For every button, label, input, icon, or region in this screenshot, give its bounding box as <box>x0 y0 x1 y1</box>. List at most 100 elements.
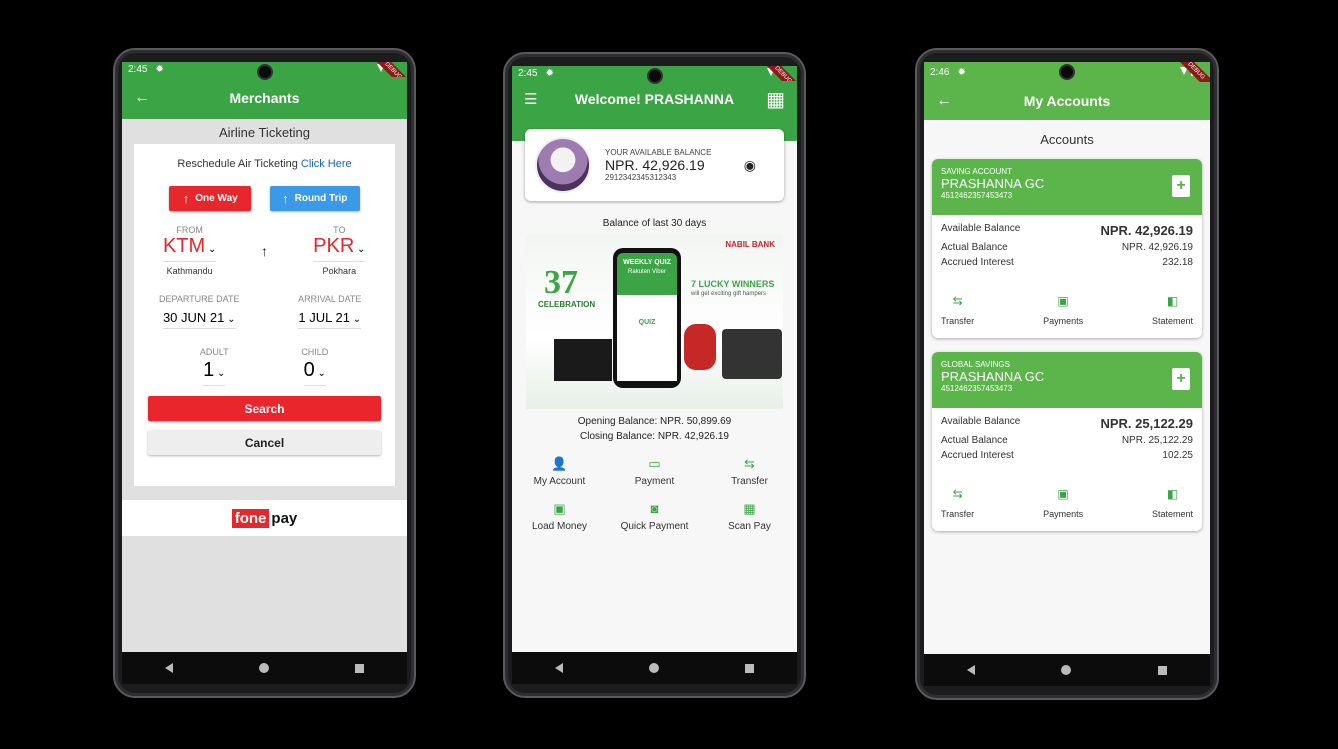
action-label: Quick Payment <box>620 521 689 532</box>
action-load-money[interactable]: ▣ Load Money <box>512 497 607 532</box>
swap-arrow-icon[interactable]: ↑ <box>261 243 268 259</box>
transfer-button[interactable]: ⇆ Transfer <box>941 487 974 519</box>
from-code: KTM <box>162 235 206 257</box>
account-holder: PRASHANNA GC <box>941 176 1045 191</box>
statement-icon: ◧ <box>1166 487 1179 501</box>
chevron-down-icon: ⌄ <box>205 244 217 255</box>
camera-icon <box>1059 64 1075 80</box>
round-trip-button[interactable]: ↑ Round Trip <box>269 186 360 211</box>
promo-banner: NABIL BANK 37 CELEBRATION WEEKLY QUIZ Ra… <box>526 234 783 409</box>
statement-button[interactable]: ◧ Statement <box>1152 487 1193 519</box>
payments-icon: ▣ <box>1057 294 1069 308</box>
winners-label: 7 LUCKY WINNERS <box>691 279 775 289</box>
arrival-date-selector[interactable]: ARRIVAL DATE 1 JUL 21 ⌄ <box>280 294 380 329</box>
opening-balance: Opening Balance: NPR. 50,899.69 <box>577 416 732 427</box>
recents-nav-icon[interactable] <box>355 663 364 673</box>
search-label: Search <box>244 401 285 416</box>
back-nav-icon[interactable] <box>555 663 563 673</box>
to-selector[interactable]: TO PKR ⌄ Pokhara <box>299 225 379 276</box>
back-nav-icon[interactable] <box>165 663 173 673</box>
statement-button[interactable]: ◧ Statement <box>1152 294 1193 326</box>
account-type: GLOBAL SAVINGS <box>941 360 1010 369</box>
reschedule-text: Reschedule Air Ticketing <box>177 158 298 170</box>
cancel-button[interactable]: Cancel <box>148 430 381 455</box>
adult-selector[interactable]: ADULT 1 ⌄ <box>184 347 244 386</box>
chevron-down-icon: ⌄ <box>354 244 366 255</box>
departure-date-selector[interactable]: DEPARTURE DATE 30 JUN 21 ⌄ <box>149 294 249 329</box>
home-nav-icon[interactable] <box>649 663 659 673</box>
balance-label: YOUR AVAILABLE BALANCE <box>605 148 712 157</box>
page-title: Merchants <box>229 90 300 106</box>
gift-label: will get exciting gift hampers <box>691 291 767 297</box>
one-way-label: One Way <box>195 193 238 204</box>
back-nav-icon[interactable] <box>967 665 976 675</box>
screen: 2:46 ✹ DEBUG ← My Accounts Accounts SAVI… <box>924 62 1210 686</box>
adult-count: 1 <box>203 359 215 381</box>
phone-merchants: 2:45 ✹ DEBUG ← Merchants Airline Ticketi… <box>113 48 416 698</box>
phone-my-accounts: 2:46 ✹ DEBUG ← My Accounts Accounts SAVI… <box>915 48 1219 700</box>
action-label: Scan Pay <box>728 521 771 532</box>
eye-icon[interactable]: ◉ <box>744 157 756 174</box>
action-payment[interactable]: ▭ Payment <box>607 452 702 487</box>
from-selector[interactable]: FROM KTM ⌄ Kathmandu <box>150 225 230 276</box>
to-code: PKR <box>313 235 355 257</box>
from-city: Kathmandu <box>166 266 213 276</box>
transfer-icon: ⇆ <box>744 456 755 471</box>
to-label: TO <box>333 225 346 235</box>
home-nav-icon[interactable] <box>1061 665 1072 675</box>
qr-icon: ▦ <box>743 501 756 516</box>
qr-code-icon[interactable]: ▦ <box>766 87 785 112</box>
action-transfer[interactable]: ⇆ Transfer <box>702 452 797 487</box>
chevron-down-icon: ⌄ <box>214 368 226 379</box>
home-nav-icon[interactable] <box>259 663 269 673</box>
action-my-account[interactable]: 👤 My Account <box>512 452 607 487</box>
payments-button[interactable]: ▣ Payments <box>1043 294 1083 326</box>
search-button[interactable]: Search <box>148 396 381 421</box>
app-bar: ☰ Welcome! PRASHANNA ▦ <box>512 81 797 117</box>
recents-nav-icon[interactable] <box>745 663 754 673</box>
date-row: DEPARTURE DATE 30 JUN 21 ⌄ ARRIVAL DATE … <box>134 294 395 329</box>
section-title: Airline Ticketing <box>122 119 407 144</box>
person-icon: 👤 <box>551 456 568 471</box>
android-nav-bar <box>512 652 797 684</box>
action-label: Payment <box>634 476 675 487</box>
payments-button[interactable]: ▣ Payments <box>1043 487 1083 519</box>
interest-amount: 102.25 <box>1162 450 1193 461</box>
app-bar: ← Merchants <box>122 77 407 119</box>
phone-dashboard: 2:45 ✹ DEBUG ☰ Welcome! PRASHANNA ▦ YOUR… <box>503 52 806 698</box>
transfer-icon: ⇆ <box>952 294 963 308</box>
action-label: My Account <box>533 476 586 487</box>
account-number: 4512462357453473 <box>941 191 1013 200</box>
one-way-button[interactable]: ↑ One Way <box>169 186 252 211</box>
recents-nav-icon[interactable] <box>1157 665 1167 675</box>
payments-label: Payments <box>1043 316 1084 326</box>
fonepay-logo-fone: fone <box>231 508 270 528</box>
card-icon: ▭ <box>648 456 661 471</box>
account-card[interactable]: GLOBAL SAVINGS PRASHANNA GC 451246235745… <box>932 352 1202 531</box>
screen: 2:45 ✹ DEBUG ☰ Welcome! PRASHANNA ▦ YOUR… <box>512 66 797 684</box>
settings-icon: ✹ <box>545 68 554 79</box>
reschedule-link[interactable]: Click Here <box>301 158 352 170</box>
available-label: Available Balance <box>941 223 1021 234</box>
action-quick-payment[interactable]: ◙ Quick Payment <box>607 497 702 532</box>
status-time: 2:45 <box>518 68 538 79</box>
fonepay-logo-pay: pay <box>271 509 298 527</box>
action-scan-pay[interactable]: ▦ Scan Pay <box>702 497 797 532</box>
section-title: Accounts <box>1040 132 1094 147</box>
fonepay-logo: fone pay <box>231 508 298 528</box>
to-city: Pokhara <box>322 266 357 276</box>
add-document-icon[interactable]: + <box>1172 368 1190 390</box>
add-document-icon[interactable]: + <box>1172 175 1190 197</box>
actual-label: Actual Balance <box>941 435 1008 446</box>
page-title: My Accounts <box>1023 93 1111 109</box>
transfer-button[interactable]: ⇆ Transfer <box>941 294 974 326</box>
child-selector[interactable]: CHILD 0 ⌄ <box>285 347 345 386</box>
trip-type: ↑ One Way ↑ Round Trip <box>134 186 395 211</box>
account-card[interactable]: SAVING ACCOUNT PRASHANNA GC 451246235745… <box>932 159 1202 338</box>
tv-image <box>554 339 612 381</box>
route-row: FROM KTM ⌄ Kathmandu ↑ TO PKR ⌄ Pokhara <box>134 225 395 276</box>
interest-label: Accrued Interest <box>941 257 1014 268</box>
status-time: 2:45 <box>128 64 148 75</box>
chevron-down-icon: ⌄ <box>314 368 326 379</box>
account-holder: PRASHANNA GC <box>941 369 1045 384</box>
